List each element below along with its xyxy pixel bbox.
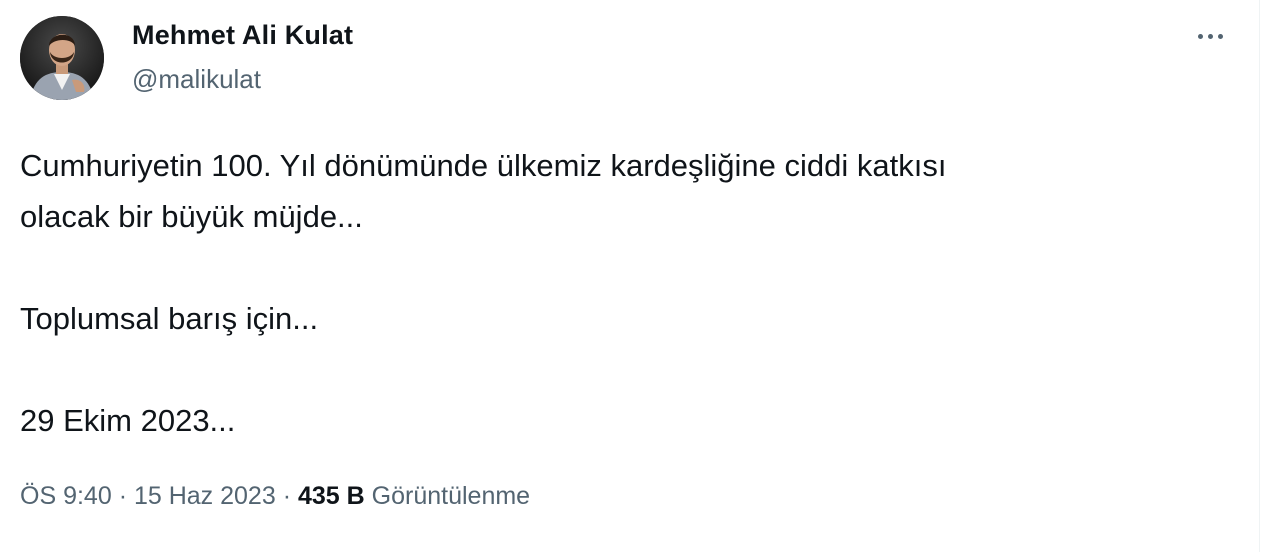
meta-separator: · [118,482,128,510]
avatar-photo-icon [20,16,104,100]
avatar[interactable] [20,16,104,100]
views-count: 435 B [297,482,365,510]
tweet-line: 29 Ekim 2023... [20,403,236,438]
tweet-metadata: ÖS 9:40 · 15 Haz 2023 · 435 B Görüntülen… [20,482,530,511]
meta-separator: · [282,482,292,510]
tweet-line: olacak bir büyük müjde... [20,199,363,234]
views-label: Görüntülenme [371,482,531,510]
more-horizontal-icon-dot [1217,33,1223,39]
right-divider [1259,0,1280,552]
tweet-line: Cumhuriyetin 100. Yıl dönümünde ülkemiz … [20,148,947,183]
tweet-date[interactable]: 15 Haz 2023 [134,482,276,510]
tweet-time[interactable]: ÖS 9:40 [20,482,112,510]
more-horizontal-icon [1197,33,1203,39]
tweet-line: Toplumsal barış için... [20,301,319,336]
tweet-card: Mehmet Ali Kulat @malikulat Cumhuriyetin… [0,0,1280,552]
more-options-button[interactable] [1190,22,1230,50]
author-name[interactable]: Mehmet Ali Kulat [132,20,353,51]
author-handle[interactable]: @malikulat [132,64,261,95]
tweet-text: Cumhuriyetin 100. Yıl dönümünde ülkemiz … [20,140,1200,446]
more-horizontal-icon-dot [1207,33,1213,39]
